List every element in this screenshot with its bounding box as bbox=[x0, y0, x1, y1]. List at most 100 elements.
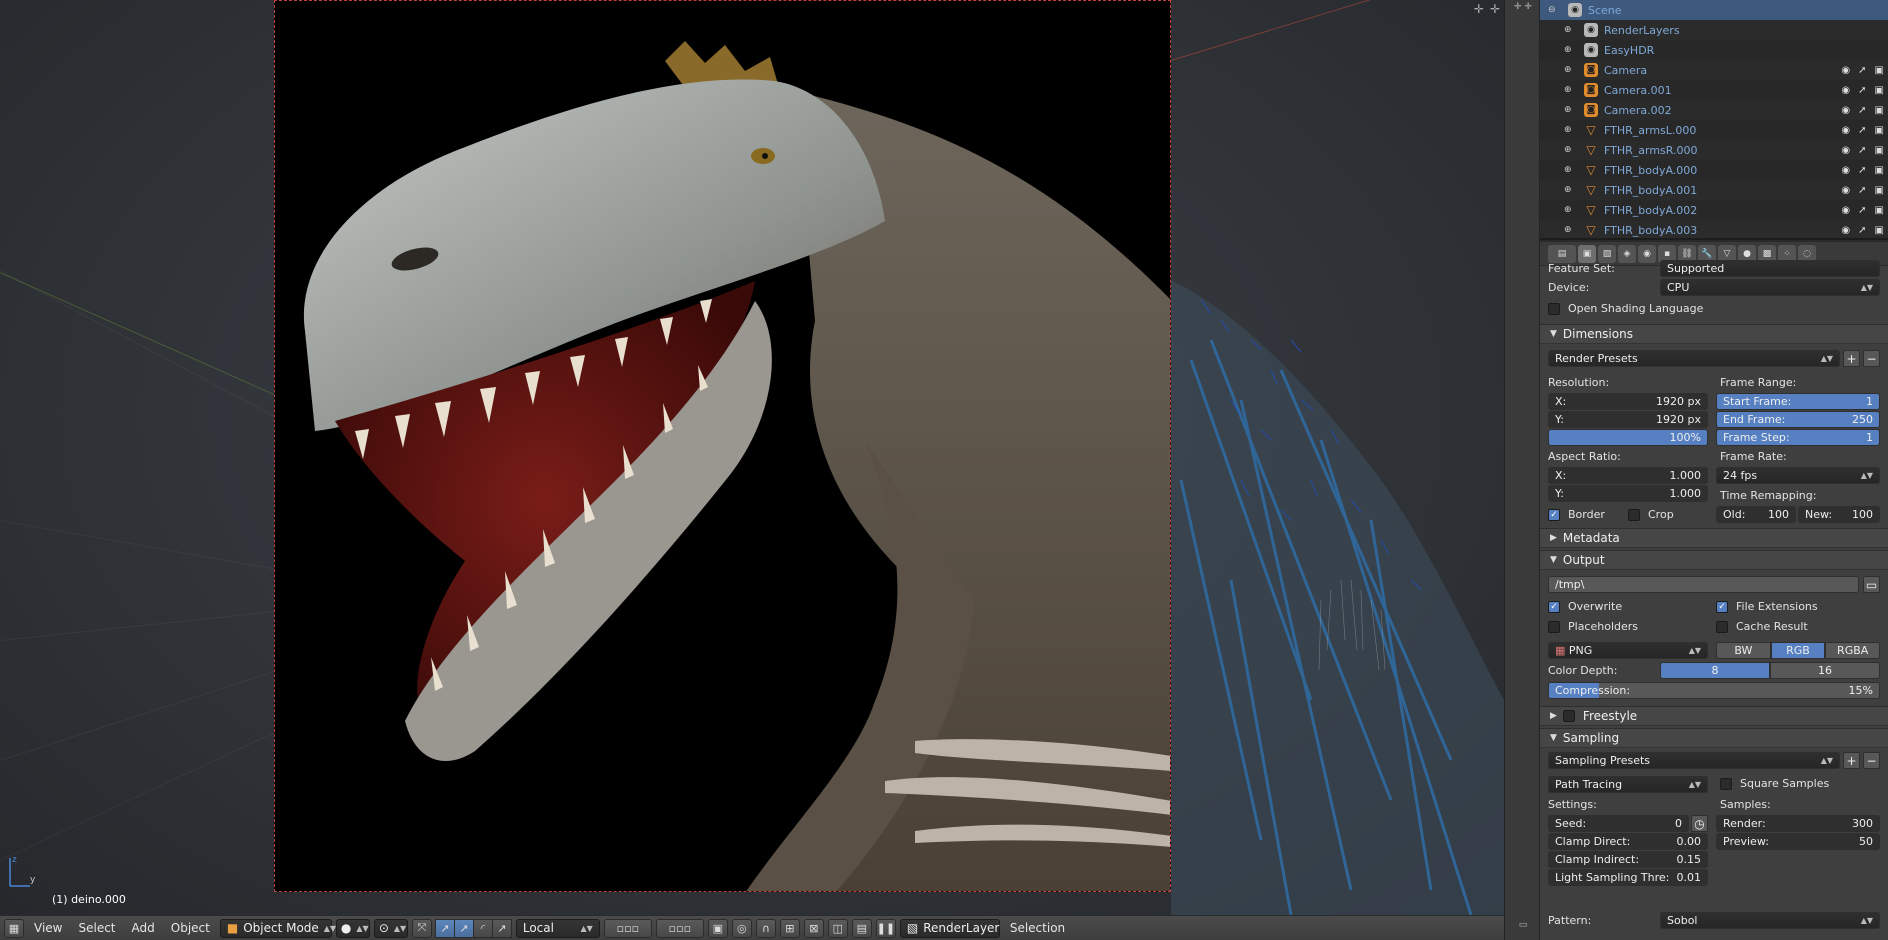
opengl-anim-icon[interactable]: ▤ bbox=[851, 918, 872, 938]
snap-target-icon[interactable]: ⊠ bbox=[803, 918, 824, 938]
snap-magnet-icon[interactable]: ∩ bbox=[755, 918, 776, 938]
clamp-indirect-field[interactable]: Clamp Indirect: 0.15 bbox=[1548, 851, 1708, 868]
translate-arrow-icon[interactable]: ↗ bbox=[453, 918, 474, 938]
rgb-option[interactable]: RGB bbox=[1770, 642, 1826, 659]
renderable-camera-icon[interactable]: ▣ bbox=[1875, 185, 1884, 196]
bw-option[interactable]: BW bbox=[1716, 642, 1771, 659]
selectable-cursor-icon[interactable]: ➚ bbox=[1858, 105, 1866, 116]
rgba-option[interactable]: RGBA bbox=[1825, 642, 1881, 659]
time-old-field[interactable]: Old: 100 bbox=[1716, 506, 1796, 523]
split-area-icon[interactable]: ✛ bbox=[1490, 2, 1500, 16]
scale-manipulator-icon[interactable]: ↗ bbox=[491, 918, 512, 938]
pattern-select[interactable]: Sobol ▲▼ bbox=[1660, 912, 1880, 929]
menu-add[interactable]: Add bbox=[126, 919, 161, 938]
start-frame-field[interactable]: Start Frame: 1 bbox=[1716, 393, 1880, 410]
file-extensions-checkbox[interactable]: ✓ bbox=[1716, 600, 1728, 613]
render-presets-select[interactable]: Render Presets ▲▼ bbox=[1548, 350, 1840, 367]
rotate-manipulator-icon[interactable]: ◜ bbox=[472, 918, 493, 938]
dimensions-panel-header[interactable]: ▼ Dimensions bbox=[1540, 324, 1888, 344]
selectable-cursor-icon[interactable]: ➚ bbox=[1858, 165, 1866, 176]
light-sampling-threshold-field[interactable]: Light Sampling Thre: 0.01 bbox=[1548, 869, 1708, 886]
clamp-direct-field[interactable]: Clamp Direct: 0.00 bbox=[1548, 833, 1708, 850]
square-samples-checkbox[interactable] bbox=[1720, 777, 1732, 790]
translate-manipulator-icon[interactable]: ↗ bbox=[434, 918, 455, 938]
sampling-panel-header[interactable]: ▼ Sampling bbox=[1540, 728, 1888, 748]
expand-icon[interactable]: ⊕ bbox=[1564, 145, 1578, 155]
outliner-panel[interactable]: ⊖ ◉ Scene ⊕ ◉ RenderLayers ⊕ ◉ EasyHDR ⊕ ◙ Camera ◉ ➚… bbox=[1540, 0, 1888, 240]
renderable-camera-icon[interactable]: ▣ bbox=[1875, 65, 1884, 76]
resolution-y-field[interactable]: Y: 1920 px bbox=[1548, 411, 1708, 428]
3d-viewport[interactable]: ✛ ✛ z y (1) deino.000 bbox=[0, 0, 1504, 915]
area-corner-widgets[interactable]: ✛ ✛ bbox=[1474, 2, 1500, 16]
opengl-render-icon[interactable]: ◫ bbox=[827, 918, 848, 938]
expand-icon[interactable]: ⊕ bbox=[1564, 45, 1578, 55]
pivot-point-select[interactable]: ⊙ ▲▼ bbox=[373, 918, 408, 938]
expand-icon[interactable]: ⊕ bbox=[1564, 185, 1578, 195]
visibility-eye-icon[interactable]: ◉ bbox=[1841, 145, 1850, 156]
pause-icon[interactable]: ❚❚ bbox=[875, 918, 896, 938]
output-panel-header[interactable]: ▼ Output bbox=[1540, 550, 1888, 570]
transform-orientation-select[interactable]: Local ▲▼ bbox=[515, 918, 600, 938]
overwrite-checkbox[interactable]: ✓ bbox=[1548, 600, 1560, 613]
expand-icon[interactable]: ⊕ bbox=[1564, 125, 1578, 135]
visibility-eye-icon[interactable]: ◉ bbox=[1841, 225, 1850, 236]
expand-icon[interactable]: ⊕ bbox=[1564, 25, 1578, 35]
info-icon[interactable]: ▭ bbox=[1505, 920, 1541, 936]
freestyle-panel-header[interactable]: ▶ Freestyle bbox=[1540, 706, 1888, 726]
proportional-edit-icon[interactable]: ◎ bbox=[731, 918, 752, 938]
selectable-cursor-icon[interactable]: ➚ bbox=[1858, 205, 1866, 216]
visibility-eye-icon[interactable]: ◉ bbox=[1841, 125, 1850, 136]
aspect-x-field[interactable]: X: 1.000 bbox=[1548, 467, 1708, 484]
visibility-eye-icon[interactable]: ◉ bbox=[1841, 205, 1850, 216]
expand-icon[interactable]: ⊕ bbox=[1564, 105, 1578, 115]
expand-icon[interactable]: ⊕ bbox=[1564, 165, 1578, 175]
preview-samples-field[interactable]: Preview: 50 bbox=[1716, 833, 1880, 850]
menu-select[interactable]: Select bbox=[72, 919, 121, 938]
outliner-row[interactable]: ⊕ ▽ FTHR_bodyA.000 ◉ ➚ ▣ bbox=[1540, 160, 1888, 180]
selectable-cursor-icon[interactable]: ➚ bbox=[1858, 125, 1866, 136]
layers-grid-icon[interactable]: ▫▫▫ bbox=[655, 918, 704, 938]
border-checkbox[interactable]: ✓ bbox=[1548, 508, 1560, 521]
outliner-row[interactable]: ⊕ ▽ FTHR_armsR.000 ◉ ➚ ▣ bbox=[1540, 140, 1888, 160]
cache-result-checkbox[interactable] bbox=[1716, 620, 1728, 633]
outliner-row[interactable]: ⊕ ◉ RenderLayers bbox=[1540, 20, 1888, 40]
renderable-camera-icon[interactable]: ▣ bbox=[1875, 205, 1884, 216]
outliner-row[interactable]: ⊕ ◉ EasyHDR bbox=[1540, 40, 1888, 60]
render-layer-select[interactable]: ▧ RenderLayer bbox=[899, 918, 1000, 938]
outliner-row[interactable]: ⊕ ▽ FTHR_bodyA.002 ◉ ➚ ▣ bbox=[1540, 200, 1888, 220]
file-format-select[interactable]: ▦ PNG ▲▼ bbox=[1548, 642, 1708, 659]
expand-icon[interactable]: ⊕ bbox=[1564, 205, 1578, 215]
render-samples-field[interactable]: Render: 300 bbox=[1716, 815, 1880, 832]
animated-seed-clock-icon[interactable]: ◷ bbox=[1691, 815, 1708, 832]
folder-icon[interactable]: ▭ bbox=[1863, 576, 1880, 593]
visibility-eye-icon[interactable]: ◉ bbox=[1841, 105, 1850, 116]
depth-16-option[interactable]: 16 bbox=[1770, 662, 1880, 679]
frame-rate-select[interactable]: 24 fps ▲▼ bbox=[1716, 467, 1880, 484]
renderable-camera-icon[interactable]: ▣ bbox=[1875, 145, 1884, 156]
placeholders-checkbox[interactable] bbox=[1548, 620, 1560, 633]
properties-panel[interactable]: ▤ ▣ ▧ ◈ ◉ ▪ ⛓ 🔧 ▽ ● ▩ ⁘ ◌ Feature Set: S… bbox=[1540, 242, 1888, 940]
menu-view[interactable]: View bbox=[28, 919, 68, 938]
add-preset-button[interactable]: + bbox=[1843, 752, 1860, 769]
resolution-x-field[interactable]: X: 1920 px bbox=[1548, 393, 1708, 410]
seed-field[interactable]: Seed: 0 bbox=[1548, 815, 1689, 832]
collapse-icon[interactable]: ⊖ bbox=[1548, 5, 1562, 15]
remove-preset-button[interactable]: − bbox=[1863, 752, 1880, 769]
crop-checkbox[interactable] bbox=[1628, 508, 1640, 521]
manipulator-toggle-icon[interactable]: ⤧ bbox=[411, 918, 432, 938]
selectable-cursor-icon[interactable]: ➚ bbox=[1858, 85, 1866, 96]
selectable-cursor-icon[interactable]: ➚ bbox=[1858, 65, 1866, 76]
area-corner-widgets[interactable]: ✛ ✛ bbox=[1505, 2, 1541, 18]
selectable-cursor-icon[interactable]: ➚ bbox=[1858, 225, 1866, 236]
viewport-shading-select[interactable]: ● ▲▼ bbox=[335, 918, 370, 938]
end-frame-field[interactable]: End Frame: 250 bbox=[1716, 411, 1880, 428]
outliner-row[interactable]: ⊖ ◉ Scene bbox=[1540, 0, 1888, 20]
resolution-percentage-slider[interactable]: 100% bbox=[1548, 429, 1708, 446]
renderable-camera-icon[interactable]: ▣ bbox=[1875, 125, 1884, 136]
outliner-row[interactable]: ⊕ ◙ Camera ◉ ➚ ▣ bbox=[1540, 60, 1888, 80]
mode-select[interactable]: ■ Object Mode ▲▼ bbox=[219, 918, 336, 938]
compression-slider[interactable]: Compression: 15% bbox=[1548, 682, 1880, 699]
renderable-camera-icon[interactable]: ▣ bbox=[1875, 225, 1884, 236]
renderable-camera-icon[interactable]: ▣ bbox=[1875, 105, 1884, 116]
area-splitter[interactable]: ✛ ✛ ▭ bbox=[1504, 0, 1540, 940]
